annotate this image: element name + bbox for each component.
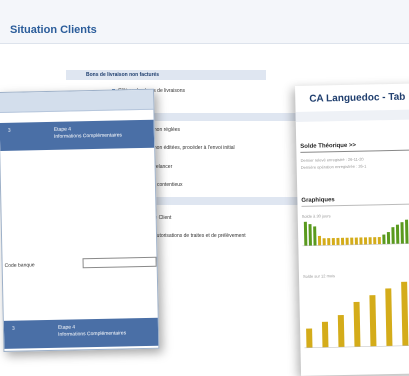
bar-5	[327, 238, 331, 246]
page-header	[0, 0, 409, 44]
bar-7	[336, 237, 340, 246]
graphs-title: Graphiques	[301, 197, 335, 204]
wizard-window: 3 Etape 4 Informations Complémentaires C…	[0, 88, 160, 352]
bar-2	[313, 226, 317, 246]
bar-3	[317, 235, 322, 246]
menu-item-non-editees[interactable]: s non éditées, procéder à l'envoi initia…	[150, 145, 235, 151]
bar-9	[345, 237, 349, 245]
solde-12-mois-chart	[304, 281, 409, 349]
step-bar: 3 Etape 4 Informations Complémentaires	[0, 119, 155, 151]
window-header	[0, 89, 154, 113]
bar-22	[405, 219, 409, 244]
code-banque-input[interactable]	[82, 256, 157, 269]
bar-21	[400, 222, 404, 244]
step-number: 3	[11, 325, 15, 332]
bar-1	[308, 224, 312, 246]
bar-0	[303, 221, 308, 246]
bar-2	[337, 315, 345, 348]
divider	[301, 203, 409, 207]
bar-11	[354, 237, 358, 245]
bar-18	[386, 232, 391, 245]
bar-15	[373, 237, 377, 245]
bar-19	[391, 227, 395, 245]
step-bar-bottom: 3 Etape 4 Informations Complémentaires	[3, 317, 160, 349]
step-title: Etape 4 Informations Complémentaires	[57, 324, 127, 338]
menu-item-autorisations[interactable]: s autorisations de traites et de prélève…	[150, 233, 246, 239]
bar-6	[401, 281, 409, 346]
solde-30-jours-chart	[302, 219, 409, 247]
menu-section-header: Bons de livraison non facturés	[66, 70, 266, 80]
bar-0	[306, 328, 313, 348]
menu-divider	[150, 113, 300, 121]
dashboard-band	[295, 109, 409, 122]
bar-4	[322, 238, 326, 246]
last-operation: Dernière opération enregistrée : 26-1	[300, 163, 367, 170]
bar-6	[331, 237, 335, 246]
graph1-label: Solde à 30 jours	[301, 213, 331, 219]
code-banque-label: Code banque	[4, 262, 35, 269]
bar-14	[368, 237, 372, 245]
bar-16	[377, 237, 381, 245]
step-number: 3	[7, 127, 11, 134]
bar-12	[359, 237, 363, 245]
solde-theorique-link[interactable]: Solde Théorique >>	[300, 143, 356, 150]
bar-13	[363, 237, 368, 245]
bar-1	[321, 321, 329, 348]
step-title: Etape 4 Informations Complémentaires	[53, 126, 123, 140]
bar-10	[350, 237, 354, 245]
bar-3	[353, 301, 361, 347]
bar-4	[369, 295, 377, 347]
menu-divider	[150, 197, 300, 205]
graph2-label: Solde sur 12 mois	[302, 273, 336, 279]
bar-5	[385, 288, 393, 347]
last-statement: Dernier relevé enregistré : 26-11-20	[300, 156, 364, 163]
page-title: Situation Clients	[10, 24, 97, 36]
bar-8	[340, 237, 345, 246]
bar-17	[382, 234, 386, 245]
dashboard-window: CA Languedoc - Tab Solde Théorique >> De…	[295, 83, 409, 376]
bar-20	[395, 224, 400, 244]
divider	[300, 149, 409, 153]
dashboard-title: CA Languedoc - Tab	[309, 91, 406, 105]
